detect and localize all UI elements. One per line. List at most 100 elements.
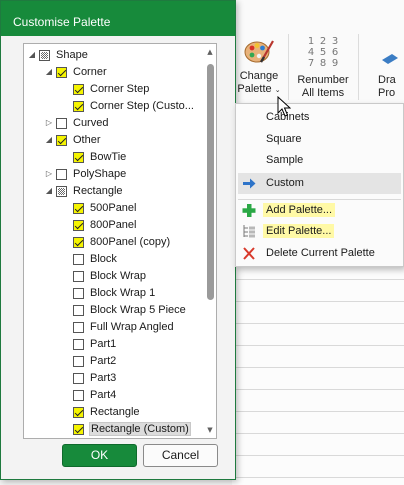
tree-item[interactable]: Block Wrap bbox=[24, 268, 202, 285]
change-palette-label-1: Change bbox=[239, 70, 279, 82]
tree-item-label: Rectangle bbox=[90, 406, 140, 418]
tree-item[interactable]: Part3 bbox=[24, 370, 202, 387]
tree-item[interactable]: 800Panel bbox=[24, 217, 202, 234]
tree-item-checkbox[interactable] bbox=[73, 390, 84, 401]
tree-item-checkbox[interactable] bbox=[73, 152, 84, 163]
tree-item-checkbox[interactable] bbox=[73, 322, 84, 333]
menu-item-label: Delete Current Palette bbox=[266, 247, 375, 259]
tree-item[interactable]: ◢ Corner bbox=[24, 64, 202, 81]
tree-item[interactable]: ◢ Shape bbox=[24, 47, 202, 64]
tree-item-checkbox[interactable] bbox=[73, 254, 84, 265]
tree-item[interactable]: BowTie bbox=[24, 149, 202, 166]
collapse-arrow-icon[interactable]: ◢ bbox=[45, 186, 53, 195]
tree-item-checkbox[interactable] bbox=[56, 135, 67, 146]
tree-item[interactable]: 500Panel bbox=[24, 200, 202, 217]
menu-item-add-palette[interactable]: Add Palette... bbox=[236, 200, 403, 221]
expand-arrow-icon[interactable]: ▷ bbox=[45, 169, 53, 178]
tree-item[interactable]: Part1 bbox=[24, 336, 202, 353]
tree-item-checkbox[interactable] bbox=[39, 50, 50, 61]
tree-item[interactable]: 800Panel (copy) bbox=[24, 234, 202, 251]
tree-item-label: Corner Step (Custo... bbox=[90, 100, 194, 112]
tree-item-checkbox[interactable] bbox=[73, 101, 84, 112]
delete-x-icon bbox=[241, 246, 257, 261]
tree-item-checkbox[interactable] bbox=[73, 271, 84, 282]
tree-item-label: Part3 bbox=[90, 372, 117, 384]
tree-item-checkbox[interactable] bbox=[73, 305, 84, 316]
tree-item[interactable]: Part4 bbox=[24, 387, 202, 404]
tree-item-checkbox[interactable] bbox=[56, 169, 67, 180]
collapse-arrow-icon[interactable]: ◢ bbox=[28, 50, 36, 59]
tree-item-label: Corner bbox=[73, 66, 107, 78]
collapse-arrow-icon[interactable]: ◢ bbox=[45, 135, 53, 144]
tree-item[interactable]: ◢ Other bbox=[24, 132, 202, 149]
renumber-digit: 5 bbox=[319, 47, 327, 58]
tree-item-checkbox[interactable] bbox=[73, 220, 84, 231]
draw-button[interactable]: Dra Pro bbox=[378, 36, 404, 100]
tree-item-label: Shape bbox=[56, 49, 88, 61]
menu-item-delete-current-palette[interactable]: Delete Current Palette bbox=[236, 243, 403, 264]
tree-item-label: 800Panel bbox=[90, 219, 137, 231]
collapse-arrow-icon[interactable]: ◢ bbox=[45, 67, 53, 76]
tree-item[interactable]: ◢ Rectangle bbox=[24, 183, 202, 200]
scrollbar-thumb[interactable] bbox=[207, 64, 214, 300]
tree-item-checkbox[interactable] bbox=[73, 237, 84, 248]
tree-item-checkbox[interactable] bbox=[73, 339, 84, 350]
tree-item-checkbox[interactable] bbox=[56, 67, 67, 78]
tree-item-checkbox[interactable] bbox=[56, 118, 67, 129]
ok-button[interactable]: OK bbox=[62, 444, 137, 467]
renumber-digit: 7 bbox=[307, 58, 315, 69]
renumber-label-2: All Items bbox=[301, 87, 345, 99]
tree-item[interactable]: Corner Step bbox=[24, 81, 202, 98]
tree-item-checkbox[interactable] bbox=[73, 373, 84, 384]
tree-item-label: 800Panel (copy) bbox=[90, 236, 171, 248]
tree-item-checkbox[interactable] bbox=[73, 84, 84, 95]
change-palette-menu: Cabinets Square Sample Custom Add Palette...… bbox=[235, 103, 404, 267]
tree-item[interactable]: Block bbox=[24, 251, 202, 268]
expand-arrow-icon[interactable]: ▷ bbox=[45, 118, 53, 127]
tree-item-label: Block Wrap 1 bbox=[90, 287, 156, 299]
scroll-up-icon[interactable]: ▲ bbox=[204, 46, 216, 58]
tree-item[interactable]: ▷ Curved bbox=[24, 115, 202, 132]
renumber-all-items-button[interactable]: 123 456 789 Renumber All Items bbox=[294, 36, 352, 100]
tree-item-label: Corner Step bbox=[90, 83, 150, 95]
palette-tree[interactable]: Rectangle (Custom) Rectangle Part4 Part3 Par… bbox=[23, 43, 217, 439]
renumber-digit: 3 bbox=[331, 36, 339, 47]
renumber-digit: 2 bbox=[319, 36, 327, 47]
change-palette-label-2: Palette ⌄ bbox=[237, 83, 281, 95]
tree-item-checkbox[interactable] bbox=[73, 356, 84, 367]
tree-item[interactable]: Rectangle (Custom) bbox=[24, 421, 202, 438]
tree-item[interactable]: Corner Step (Custo... bbox=[24, 98, 202, 115]
renumber-icon: 123 456 789 bbox=[294, 36, 352, 70]
palette-icon bbox=[244, 40, 274, 63]
tree-item[interactable]: Block Wrap 1 bbox=[24, 285, 202, 302]
tree-item-label: Full Wrap Angled bbox=[90, 321, 174, 333]
ribbon-separator bbox=[288, 34, 289, 100]
tree-item-label: Block bbox=[90, 253, 117, 265]
mouse-cursor-icon bbox=[277, 96, 291, 117]
tree-item-checkbox[interactable] bbox=[73, 407, 84, 418]
tree-item[interactable]: Full Wrap Angled bbox=[24, 319, 202, 336]
tree-list-icon bbox=[241, 224, 257, 239]
tree-item-checkbox[interactable] bbox=[73, 203, 84, 214]
tree-item[interactable]: ▷ PolyShape bbox=[24, 166, 202, 183]
menu-item-cabinets[interactable]: Cabinets bbox=[236, 107, 403, 128]
menu-item-sample[interactable]: Sample bbox=[236, 150, 403, 171]
renumber-digit: 9 bbox=[331, 58, 339, 69]
scroll-down-icon[interactable]: ▼ bbox=[204, 424, 216, 436]
arrow-right-icon bbox=[241, 176, 257, 191]
tree-item[interactable]: Part2 bbox=[24, 353, 202, 370]
tree-item[interactable]: Block Wrap 5 Piece bbox=[24, 302, 202, 319]
tree-item-label: Block Wrap 5 Piece bbox=[90, 304, 186, 316]
menu-item-edit-palette[interactable]: Edit Palette... bbox=[236, 221, 403, 242]
menu-item-custom[interactable]: Custom bbox=[238, 173, 401, 194]
menu-item-square[interactable]: Square bbox=[236, 129, 403, 150]
cancel-button[interactable]: Cancel bbox=[143, 444, 218, 467]
tree-item-checkbox[interactable] bbox=[73, 288, 84, 299]
tree-item-checkbox[interactable] bbox=[73, 424, 84, 435]
tree-item-checkbox[interactable] bbox=[56, 186, 67, 197]
ribbon: Change Palette ⌄ 123 456 789 Renumber All … bbox=[232, 0, 404, 104]
tree-item[interactable]: Rectangle bbox=[24, 404, 202, 421]
tree-scrollbar[interactable]: ▲ ▼ bbox=[204, 44, 216, 438]
change-palette-button[interactable]: Change Palette ⌄ bbox=[236, 36, 282, 97]
tree-item-label: Curved bbox=[73, 117, 109, 129]
